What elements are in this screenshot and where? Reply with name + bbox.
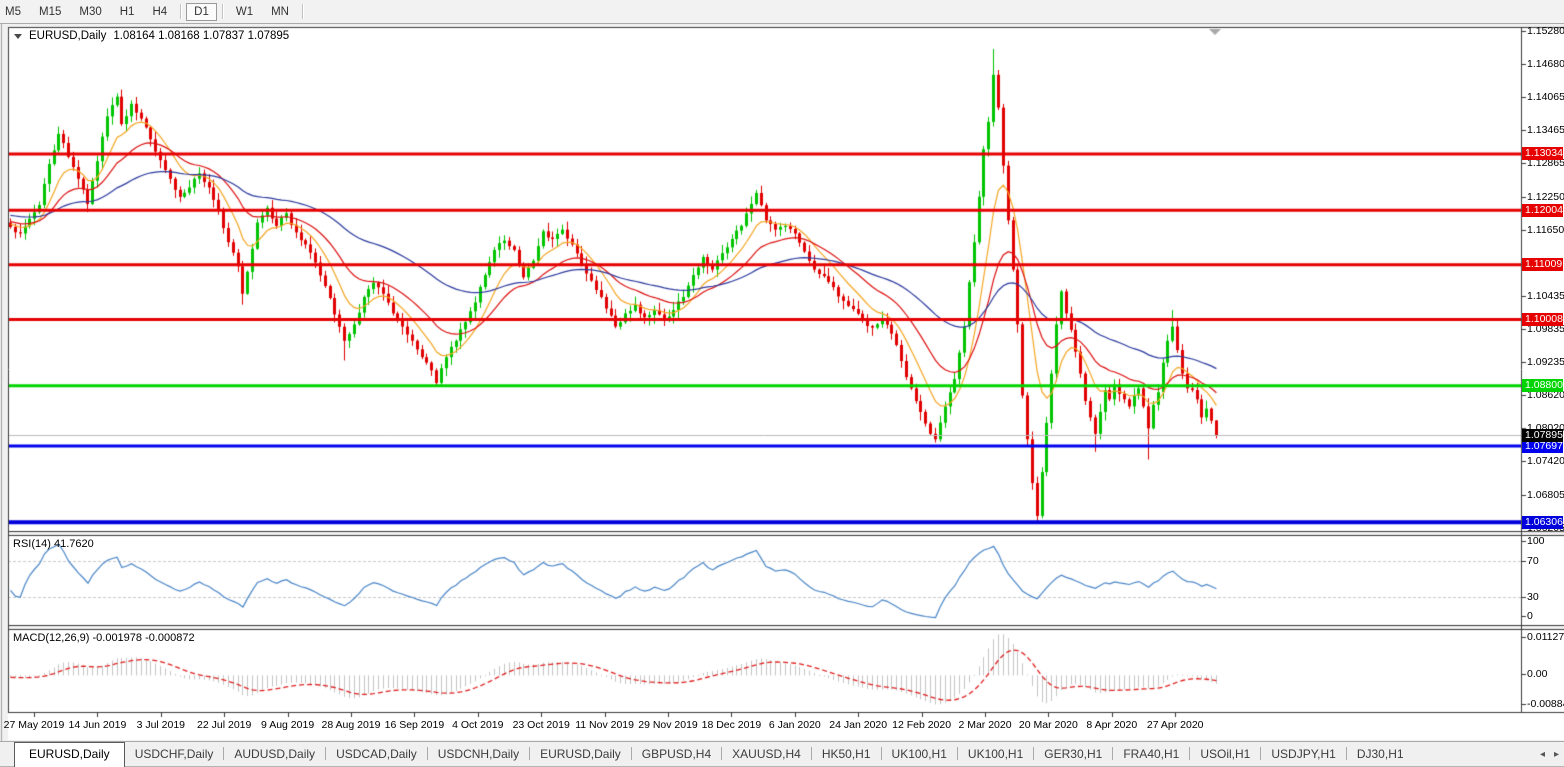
- date-label: 23 Oct 2019: [512, 719, 570, 731]
- price-axis-tick: 1.13465: [1527, 124, 1564, 137]
- hline-price-label: 1.10008: [1522, 313, 1563, 327]
- symbol-tab-14[interactable]: USDJPY,H1: [1261, 743, 1345, 767]
- price-axis-tick: 1.14680: [1527, 57, 1564, 70]
- hline-price-label: 1.06306: [1522, 515, 1563, 529]
- symbol-tab-3[interactable]: USDCAD,Daily: [326, 743, 427, 767]
- date-label: 29 Nov 2019: [638, 719, 698, 731]
- timeframe-toolbar: M5 M15 M30 H1 H4 D1 W1 MN: [0, 0, 1564, 24]
- date-label: 16 Sep 2019: [384, 719, 445, 731]
- timeframe-button-m15[interactable]: M15: [31, 3, 69, 21]
- date-label: 28 Aug 2019: [321, 719, 381, 731]
- macd-axis-label: -0.008845: [1527, 698, 1564, 710]
- toolbar-separator: [180, 4, 182, 19]
- symbol-tab-7[interactable]: XAUUSD,H4: [722, 743, 811, 767]
- price-axis-tick: 1.06805: [1527, 488, 1564, 501]
- rsi-indicator-label: RSI(14) 41.7620: [13, 538, 94, 550]
- screen: M5 M15 M30 H1 H4 D1 W1 MN EURUSD,Daily 1.08164 …: [0, 0, 1564, 767]
- date-label: 27 May 2019: [3, 719, 65, 731]
- rsi-axis-label: 70: [1527, 555, 1539, 567]
- date-label: 27 Apr 2020: [1146, 719, 1204, 731]
- chart-title: EURUSD,Daily 1.08164 1.08168 1.07837 1.0…: [14, 30, 289, 42]
- price-axis-tick: 1.12250: [1527, 190, 1564, 203]
- macd-axis-label: 0.011277: [1527, 631, 1564, 643]
- date-label: 6 Jan 2020: [768, 719, 821, 731]
- symbol-tab-13[interactable]: USOil,H1: [1190, 743, 1260, 767]
- hline-price-label: 1.13034: [1522, 147, 1563, 161]
- chart-ohlc-values: 1.08164 1.08168 1.07837 1.07895: [113, 30, 290, 42]
- chart-symbol-period: EURUSD,Daily: [29, 30, 107, 42]
- macd-values: -0.001978 -0.000872: [92, 632, 195, 644]
- price-axis-tick: 1.11650: [1527, 223, 1564, 236]
- price-axis-tick: 1.14065: [1527, 91, 1564, 104]
- date-label: 24 Jan 2020: [829, 719, 888, 731]
- hline-price-label: 1.11009: [1522, 258, 1563, 272]
- tab-scroll-arrows: ◂ ▸: [1540, 749, 1559, 760]
- macd-axis-label: 0.00: [1527, 668, 1548, 680]
- date-label: 22 Jul 2019: [197, 719, 252, 731]
- macd-indicator-label: MACD(12,26,9) -0.001978 -0.000872: [13, 632, 195, 644]
- date-label: 18 Dec 2019: [701, 719, 762, 731]
- date-label: 11 Nov 2019: [575, 719, 634, 731]
- symbol-tab-12[interactable]: FRA40,H1: [1113, 743, 1189, 767]
- symbol-tab-6[interactable]: GBPUSD,H4: [632, 743, 721, 767]
- timeframe-buttons: M5 M15 M30 H1 H4 D1 W1 MN: [0, 0, 307, 23]
- timeframe-button-d1[interactable]: D1: [186, 2, 217, 21]
- chart-collapse-arrow-icon[interactable]: [14, 33, 22, 39]
- symbol-tab-9[interactable]: UK100,H1: [882, 743, 957, 767]
- date-label: 14 Jun 2019: [68, 719, 127, 731]
- rsi-value: 41.7620: [53, 538, 94, 550]
- date-label: 9 Aug 2019: [261, 719, 315, 731]
- rsi-name: RSI(14): [13, 538, 51, 550]
- timeframe-button-m5[interactable]: M5: [0, 3, 29, 21]
- chart-canvas[interactable]: [0, 24, 1564, 741]
- timeframe-button-w1[interactable]: W1: [228, 3, 261, 21]
- tab-scroll-right-icon[interactable]: ▸: [1554, 749, 1559, 760]
- macd-name: MACD(12,26,9): [13, 632, 90, 644]
- rsi-axis-label: 30: [1527, 591, 1539, 603]
- date-label: 2 Mar 2020: [958, 719, 1012, 731]
- price-axis-tick: 1.15280: [1527, 24, 1564, 37]
- toolbar-separator: [221, 4, 223, 19]
- date-label: 3 Jul 2019: [136, 719, 186, 731]
- tab-bar: EURUSD,Daily USDCHF,Daily AUDUSD,Daily USDC…: [0, 741, 1564, 767]
- date-label: 4 Oct 2019: [452, 719, 504, 731]
- rsi-axis-label: 100: [1527, 535, 1545, 547]
- symbol-tab-8[interactable]: HK50,H1: [812, 743, 881, 767]
- hline-price-label: 1.08800: [1522, 379, 1563, 393]
- hline-price-label: 1.12004: [1522, 203, 1563, 217]
- symbol-tab-10[interactable]: UK100,H1: [958, 743, 1033, 767]
- price-axis-tick: 1.10435: [1527, 290, 1564, 303]
- rsi-axis-label: 0: [1527, 610, 1533, 622]
- timeframe-button-h4[interactable]: H4: [144, 3, 175, 21]
- tab-scroll-left-icon[interactable]: ◂: [1540, 749, 1545, 760]
- date-label: 20 Mar 2020: [1018, 719, 1078, 731]
- symbol-tab-5[interactable]: EURUSD,Daily: [530, 743, 631, 767]
- timeframe-button-h1[interactable]: H1: [112, 3, 143, 21]
- timeframe-button-m30[interactable]: M30: [71, 3, 109, 21]
- symbol-tab-11[interactable]: GER30,H1: [1034, 743, 1112, 767]
- date-label: 8 Apr 2020: [1086, 719, 1138, 731]
- symbol-tab-4[interactable]: USDCNH,Daily: [428, 743, 529, 767]
- symbol-tab-1[interactable]: USDCHF,Daily: [125, 743, 224, 767]
- price-axis-tick: 1.07420: [1527, 455, 1564, 468]
- timeframe-button-mn[interactable]: MN: [263, 3, 297, 21]
- price-axis-tick: 1.09235: [1527, 355, 1564, 368]
- symbol-tab-2[interactable]: AUDUSD,Daily: [224, 743, 325, 767]
- symbol-tab-0[interactable]: EURUSD,Daily: [14, 742, 125, 767]
- bid-price-label: 1.07895: [1522, 428, 1563, 442]
- toolbar-separator: [301, 4, 303, 19]
- symbol-tab-15[interactable]: DJ30,H1: [1347, 743, 1414, 767]
- date-label: 12 Feb 2020: [892, 719, 952, 731]
